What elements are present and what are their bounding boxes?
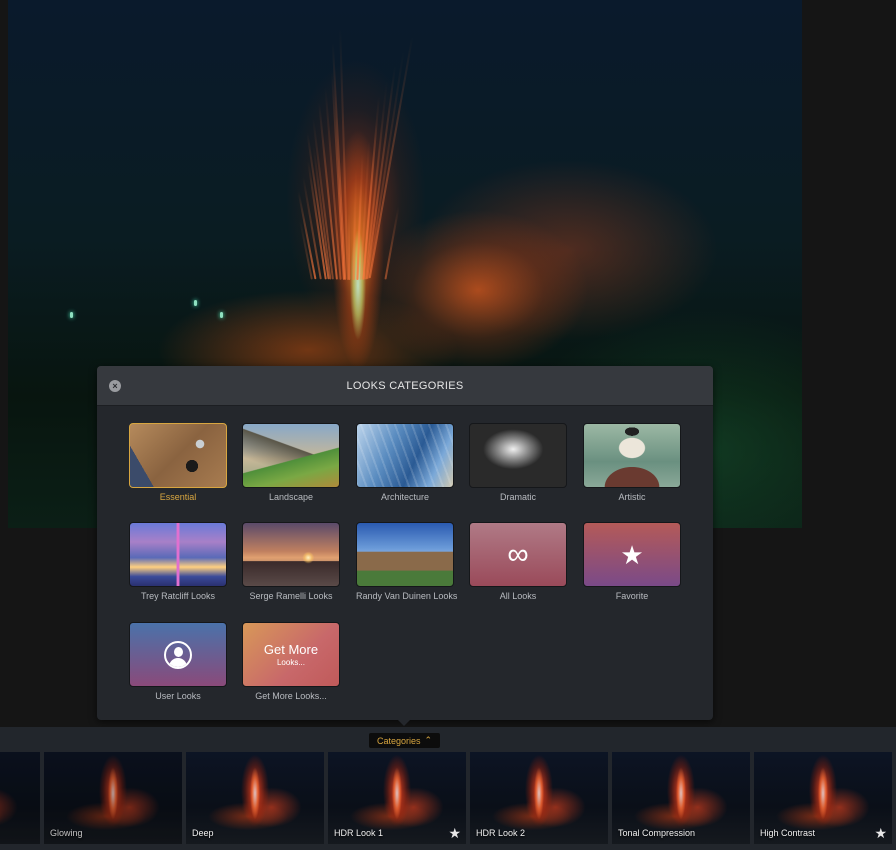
category-thumbnail	[242, 423, 340, 488]
category-thumbnail	[242, 522, 340, 587]
category-artistic[interactable]: Artistic	[583, 423, 681, 502]
category-thumbnail: Get More Looks...	[242, 622, 340, 687]
favorite-star-icon[interactable]: ★	[874, 825, 887, 842]
close-icon: ×	[112, 380, 118, 391]
look-preset-hdr-look-2[interactable]: HDR Look 2	[470, 752, 608, 844]
look-label: Glowing	[50, 828, 83, 838]
panel-header: × LOOKS CATEGORIES	[97, 366, 713, 406]
category-thumbnail	[356, 522, 454, 587]
category-essential[interactable]: Essential	[129, 423, 227, 502]
favorite-star-icon[interactable]: ★	[448, 825, 461, 842]
category-label: Dramatic	[499, 492, 536, 502]
category-label: User Looks	[155, 691, 201, 701]
category-thumbnail: ∞	[469, 522, 567, 587]
category-user-looks[interactable]: User Looks	[129, 622, 227, 701]
look-preset-hdr-look-1[interactable]: HDR Look 1 ★	[328, 752, 466, 844]
category-label: Artistic	[618, 492, 646, 502]
shore-light	[70, 312, 73, 318]
look-preset-deep[interactable]: Deep	[186, 752, 324, 844]
look-label: Tonal Compression	[618, 828, 696, 838]
category-randy-van-duinen-looks[interactable]: Randy Van Duinen Looks	[356, 522, 458, 601]
close-button[interactable]: ×	[109, 380, 121, 392]
category-label: Trey Ratcliff Looks	[140, 591, 216, 601]
category-label: Serge Ramelli Looks	[249, 591, 333, 601]
category-label: Favorite	[615, 591, 649, 601]
category-label: Landscape	[268, 492, 314, 502]
category-favorite[interactable]: ★ Favorite	[583, 522, 681, 601]
get-more-subtitle: Looks...	[276, 658, 305, 667]
category-thumbnail: ★	[583, 522, 681, 587]
category-label: Randy Van Duinen Looks	[356, 591, 458, 601]
look-label: Deep	[192, 828, 214, 838]
look-label: HDR Look 1	[334, 828, 384, 838]
categories-button[interactable]: Categories ⌃	[369, 733, 441, 748]
infinity-icon: ∞	[507, 537, 529, 571]
category-all-looks[interactable]: ∞ All Looks	[469, 522, 567, 601]
category-get-more-looks[interactable]: Get More Looks... Get More Looks...	[242, 622, 340, 701]
look-preset-glowing[interactable]: Glowing	[44, 752, 182, 844]
category-thumbnail	[583, 423, 681, 488]
panel-title: LOOKS CATEGORIES	[346, 379, 464, 392]
user-icon	[164, 640, 192, 669]
category-landscape[interactable]: Landscape	[242, 423, 340, 502]
shore-light	[194, 300, 197, 306]
category-trey-ratcliff-looks[interactable]: Trey Ratcliff Looks	[129, 522, 227, 601]
category-thumbnail	[469, 423, 567, 488]
categories-button-label: Categories	[377, 735, 421, 746]
category-dramatic[interactable]: Dramatic	[469, 423, 567, 502]
lava-spark	[384, 206, 400, 280]
look-preset-high-contrast[interactable]: High Contrast ★	[754, 752, 892, 844]
look-preset-tonal-compression[interactable]: Tonal Compression	[612, 752, 750, 844]
looks-categories-panel: × LOOKS CATEGORIES Essential Landscape A…	[97, 366, 713, 720]
look-label: High Contrast	[760, 828, 816, 838]
category-thumbnail	[129, 522, 227, 587]
star-icon: ★	[620, 539, 644, 570]
shore-light	[220, 312, 223, 318]
category-label: Essential	[159, 492, 197, 502]
category-architecture[interactable]: Architecture	[356, 423, 454, 502]
category-thumbnail	[129, 622, 227, 687]
panel-pointer	[397, 719, 411, 726]
get-more-title: Get More	[263, 642, 319, 657]
category-thumbnail	[356, 423, 454, 488]
chevron-up-icon: ⌃	[424, 735, 433, 745]
category-label: Architecture	[380, 492, 430, 502]
category-label: All Looks	[499, 591, 537, 601]
category-label: Get More Looks...	[255, 691, 327, 701]
app-window: × LOOKS CATEGORIES Essential Landscape A…	[0, 0, 896, 850]
category-serge-ramelli-looks[interactable]: Serge Ramelli Looks	[242, 522, 340, 601]
category-thumbnail	[129, 423, 227, 488]
look-label: HDR Look 2	[476, 828, 526, 838]
look-preset[interactable]	[0, 752, 40, 844]
